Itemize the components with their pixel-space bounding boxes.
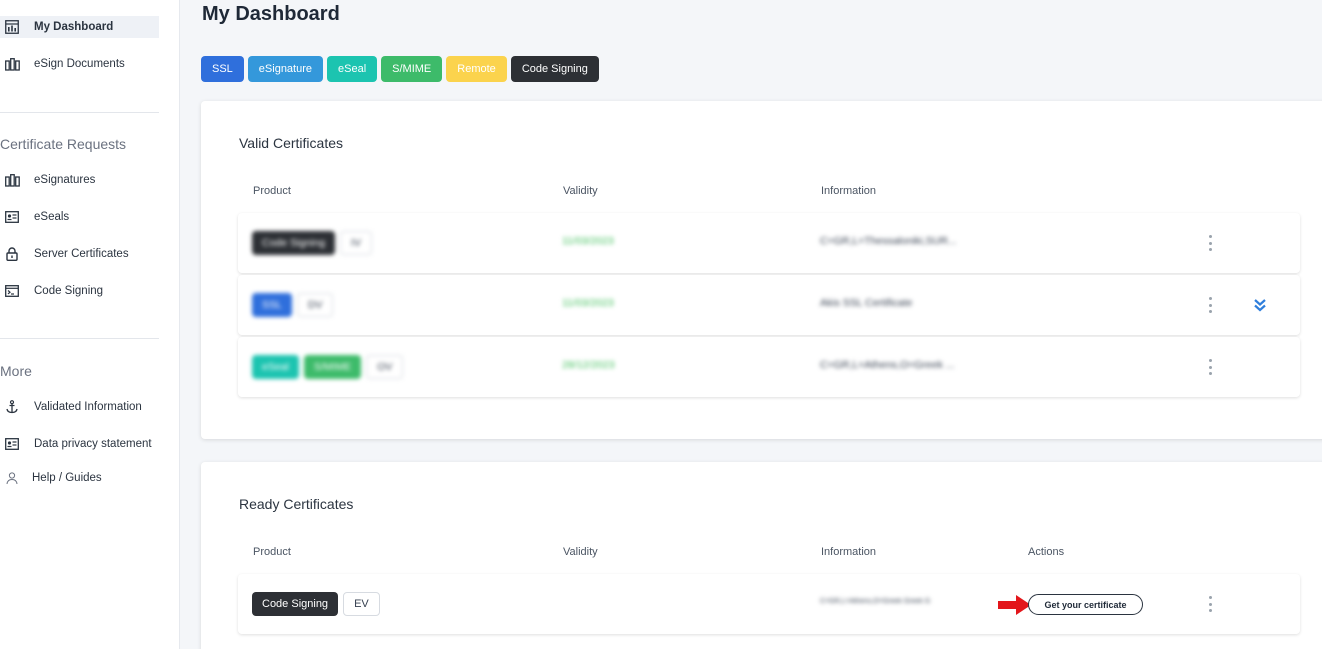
anchor-icon <box>4 399 20 415</box>
filter-eseal[interactable]: eSeal <box>327 56 378 82</box>
product-badge: eSeal <box>252 355 299 379</box>
column-header-product: Product <box>253 546 291 558</box>
product-badge: SSL <box>252 293 292 317</box>
more-options-icon[interactable] <box>1207 235 1213 251</box>
column-header-information: Information <box>821 546 877 558</box>
validity-date: 28/12/2023 <box>562 359 615 371</box>
sidebar-item-esignatures[interactable]: eSignatures <box>0 169 95 191</box>
product-badges: Code Signing IV <box>252 231 372 255</box>
sidebar-item-label: Help / Guides <box>32 472 102 484</box>
validity-date: 11/03/2023 <box>562 235 614 247</box>
validation-type-badge: DV <box>296 293 334 317</box>
more-options-icon[interactable] <box>1207 359 1213 375</box>
sidebar-item-code-signing[interactable]: Code Signing <box>0 280 103 302</box>
product-badges: Code Signing EV <box>252 592 380 616</box>
validation-type-badge: OV <box>366 355 404 379</box>
more-options-icon[interactable] <box>1207 297 1213 313</box>
sidebar-item-help-guides[interactable]: Help / Guides <box>0 467 102 489</box>
column-header-product: Product <box>253 185 291 197</box>
valid-certificates-card: Valid Certificates Product Validity Info… <box>201 101 1322 439</box>
signature-icon <box>4 172 20 188</box>
product-badge: Code Signing <box>252 231 336 255</box>
information-text: C=GR,L=Athens,O=Greek Greek G <box>820 598 931 605</box>
sidebar-item-label: Server Certificates <box>34 248 129 260</box>
product-badge: Code Signing <box>252 592 339 616</box>
section-title-more: More <box>0 363 32 379</box>
filter-ssl[interactable]: SSL <box>201 56 244 82</box>
dashboard-icon <box>4 19 20 35</box>
sidebar-item-data-privacy-statement[interactable]: Data privacy statement <box>0 433 152 455</box>
sidebar: My Dashboard eSign Documents Certificate… <box>0 0 180 649</box>
table-row[interactable]: SSL DV 11/03/2023 Akis SSL Certificate <box>238 275 1300 335</box>
ready-certificates-card: Ready Certificates Product Validity Info… <box>201 462 1322 649</box>
sidebar-item-eseals[interactable]: eSeals <box>0 206 69 228</box>
sidebar-item-label: eSign Documents <box>34 58 125 70</box>
sidebar-item-label: Code Signing <box>34 285 104 297</box>
sidebar-item-label: Validated Information <box>34 401 142 413</box>
help-user-icon <box>4 470 20 486</box>
seal-icon <box>4 209 20 225</box>
sidebar-item-validated-information[interactable]: Validated Information <box>0 396 142 418</box>
column-header-information: Information <box>821 185 877 197</box>
expand-chevrons-icon[interactable] <box>1253 297 1267 313</box>
get-your-certificate-button[interactable]: Get your certificate <box>1028 594 1143 615</box>
sidebar-item-esign-documents[interactable]: eSign Documents <box>0 53 125 75</box>
sidebar-item-server-certificates[interactable]: Server Certificates <box>0 243 129 265</box>
red-arrow-icon <box>998 595 1031 615</box>
validity-date: 11/03/2023 <box>562 297 614 309</box>
filter-smime[interactable]: S/MIME <box>381 56 443 82</box>
column-header-actions: Actions <box>1028 546 1065 558</box>
information-text: C=GR,L=Thessaloniki,SUR... <box>820 235 957 247</box>
more-options-icon[interactable] <box>1207 596 1213 612</box>
filter-code-signing[interactable]: Code Signing <box>510 56 599 82</box>
validation-type-badge: EV <box>343 592 380 616</box>
product-badges: SSL DV <box>252 293 334 317</box>
sidebar-item-my-dashboard[interactable]: My Dashboard <box>0 16 159 38</box>
product-badge: S/MIME <box>303 355 362 379</box>
column-header-validity: Validity <box>563 546 598 558</box>
filter-remote[interactable]: Remote <box>446 56 507 82</box>
terminal-icon <box>4 283 20 299</box>
page-title: My Dashboard <box>202 3 340 25</box>
table-row[interactable]: Code Signing IV 11/03/2023 C=GR,L=Thessa… <box>238 213 1300 273</box>
documents-icon <box>4 56 20 72</box>
filter-bar: SSL eSignature eSeal S/MIME Remote Code … <box>201 56 599 82</box>
table-row[interactable]: eSeal S/MIME OV 28/12/2023 C=GR,L=Athens… <box>238 337 1300 397</box>
column-header-validity: Validity <box>563 185 598 197</box>
sidebar-item-label: My Dashboard <box>34 21 114 33</box>
sidebar-item-label: eSignatures <box>34 174 96 186</box>
sidebar-item-label: Data privacy statement <box>34 438 152 450</box>
filter-esignature[interactable]: eSignature <box>247 56 324 82</box>
information-text: C=GR,L=Athens,O=Greek ... <box>820 359 955 371</box>
product-badges: eSeal S/MIME OV <box>252 355 404 379</box>
id-card-icon <box>4 436 20 452</box>
sidebar-divider <box>0 112 159 113</box>
sidebar-divider <box>0 338 159 339</box>
sidebar-item-label: eSeals <box>34 211 70 223</box>
section-title-certificate-requests: Certificate Requests <box>0 136 127 152</box>
information-text: Akis SSL Certificate <box>820 297 913 309</box>
card-title: Ready Certificates <box>239 496 354 512</box>
lock-icon <box>4 246 20 262</box>
validation-type-badge: IV <box>340 231 372 255</box>
card-title: Valid Certificates <box>239 135 344 151</box>
table-row[interactable]: Code Signing EV C=GR,L=Athens,O=Greek Gr… <box>238 574 1300 634</box>
